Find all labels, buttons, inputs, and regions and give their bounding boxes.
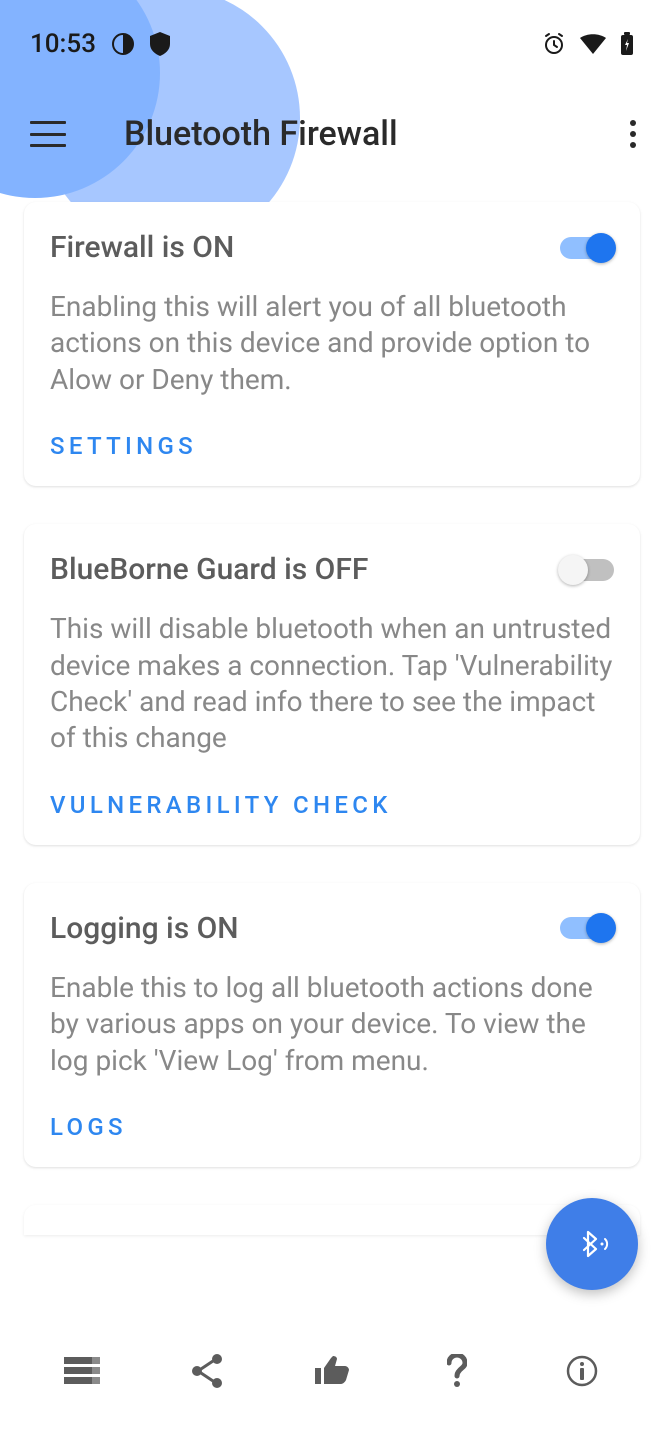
settings-button[interactable]: SETTINGS	[50, 432, 614, 460]
overflow-menu-icon[interactable]	[622, 112, 644, 156]
nav-like[interactable]	[270, 1341, 395, 1401]
firewall-toggle[interactable]	[560, 237, 614, 259]
status-time: 10:53	[30, 29, 96, 59]
nav-info[interactable]	[519, 1341, 644, 1401]
logging-card: Logging is ON Enable this to log all blu…	[24, 883, 640, 1167]
nav-share[interactable]	[145, 1341, 270, 1401]
logging-toggle[interactable]	[560, 917, 614, 939]
nav-help[interactable]	[394, 1341, 519, 1401]
wifi-icon	[580, 34, 606, 54]
logs-button[interactable]: LOGS	[50, 1113, 614, 1141]
firewall-card: Firewall is ON Enabling this will alert …	[24, 202, 640, 486]
bluetooth-scan-icon	[572, 1224, 612, 1264]
app-bar: Bluetooth Firewall	[0, 88, 664, 180]
menu-icon[interactable]	[28, 116, 68, 152]
share-icon	[191, 1354, 223, 1388]
status-bar: 10:53	[0, 0, 664, 88]
blueborne-card: BlueBorne Guard is OFF This will disable…	[24, 524, 640, 845]
logging-description: Enable this to log all bluetooth actions…	[50, 970, 614, 1079]
info-icon	[566, 1355, 598, 1387]
firewall-description: Enabling this will alert you of all blue…	[50, 289, 614, 398]
logging-title: Logging is ON	[50, 911, 239, 946]
battery-icon	[620, 32, 634, 56]
shield-icon	[150, 32, 170, 56]
question-icon	[447, 1354, 467, 1388]
main-content: Firewall is ON Enabling this will alert …	[0, 180, 664, 1257]
alarm-icon	[542, 32, 566, 56]
blueborne-description: This will disable bluetooth when an untr…	[50, 611, 614, 757]
bluetooth-fab[interactable]	[546, 1198, 638, 1290]
blueborne-title: BlueBorne Guard is OFF	[50, 552, 368, 587]
nav-list[interactable]	[20, 1341, 145, 1401]
bottom-nav	[0, 1322, 664, 1440]
app-title: Bluetooth Firewall	[124, 114, 398, 154]
blueborne-toggle[interactable]	[560, 559, 614, 581]
vulnerability-check-button[interactable]: VULNERABILITY CHECK	[50, 791, 614, 819]
thumbs-up-icon	[315, 1356, 349, 1386]
firewall-title: Firewall is ON	[50, 230, 234, 265]
list-icon	[64, 1357, 100, 1385]
half-circle-icon	[112, 33, 134, 55]
